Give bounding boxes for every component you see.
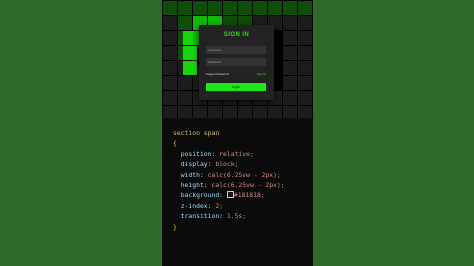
grid-cell: [283, 1, 297, 15]
grid-cell: [298, 76, 312, 90]
css-property: width:: [180, 170, 204, 179]
grid-cell: [298, 16, 312, 30]
grid-cell: [163, 76, 177, 90]
grid-cell: [268, 106, 282, 118]
css-property: display:: [180, 160, 212, 169]
signin-title: SIGN IN: [223, 32, 250, 38]
close-brace: }: [173, 222, 177, 231]
grid-cell: [298, 61, 312, 75]
grid-cell: [283, 16, 297, 30]
grid-cell: [163, 31, 177, 45]
grid-cell: [253, 1, 267, 15]
grid-cell: [208, 1, 222, 15]
grid-cell: [283, 91, 297, 105]
grid-cell: [298, 46, 312, 60]
grid-cell: [178, 91, 192, 105]
signin-card: SIGN IN Username Password Forget Passwor…: [199, 25, 274, 100]
grid-cell: [178, 1, 192, 15]
grid-cell: [163, 46, 177, 60]
grid-cell: [283, 61, 297, 75]
grid-cell: [268, 1, 282, 15]
grid-cell: [163, 16, 177, 30]
grid-cell: [298, 91, 312, 105]
css-property: z-index:: [180, 201, 212, 210]
grid-cell: [283, 46, 297, 60]
grid-cell: [163, 106, 177, 118]
grid-cell: [283, 76, 297, 90]
grid-cell: [183, 61, 197, 75]
grid-cell: [298, 31, 312, 45]
grid-cell: [193, 106, 207, 118]
grid-cell: [298, 106, 312, 118]
grid-cell: [208, 106, 222, 118]
left-background: [0, 0, 162, 266]
grid-cell: [178, 16, 192, 30]
css-value: relative;: [219, 149, 254, 158]
grid-cell: [283, 31, 297, 45]
css-property: height:: [180, 181, 208, 190]
forgot-password-link[interactable]: Forget Password: [206, 72, 229, 76]
css-value: 1.5s;: [226, 212, 247, 221]
css-value: #181818;: [233, 191, 265, 200]
css-value: block;: [215, 160, 239, 169]
grid-cell: [163, 91, 177, 105]
password-input[interactable]: Password: [206, 58, 266, 66]
code-block: section span { position: relative; displ…: [173, 128, 313, 232]
grid-cell: [223, 1, 237, 15]
login-button[interactable]: Login: [206, 83, 266, 91]
grid-cell: [223, 106, 237, 118]
username-input[interactable]: Username: [206, 46, 266, 54]
right-background: [313, 0, 474, 266]
signin-links: Forget Password Signup: [206, 72, 266, 76]
grid-cell: [238, 1, 252, 15]
css-property: position:: [180, 149, 216, 158]
css-property: transition:: [180, 212, 224, 221]
signup-link[interactable]: Signup: [257, 72, 266, 76]
css-value: calc(6.25vw - 2px);: [207, 170, 281, 179]
grid-cell: [283, 106, 297, 118]
grid-cell: [238, 106, 252, 118]
color-swatch-icon: [226, 191, 234, 199]
open-brace: {: [173, 139, 177, 148]
grid-cell: [178, 106, 192, 118]
grid-cell: [193, 1, 207, 15]
css-property: background:: [180, 191, 224, 200]
grid-cell: [298, 1, 312, 15]
grid-cell: [163, 1, 177, 15]
css-value: 2;: [215, 201, 224, 210]
css-value: calc(6.25vw - 2px);: [211, 181, 285, 190]
css-selector: section span: [173, 129, 220, 137]
grid-cell: [178, 76, 192, 90]
grid-cell: [163, 61, 177, 75]
grid-cell: [183, 46, 197, 60]
grid-cell: [253, 106, 267, 118]
